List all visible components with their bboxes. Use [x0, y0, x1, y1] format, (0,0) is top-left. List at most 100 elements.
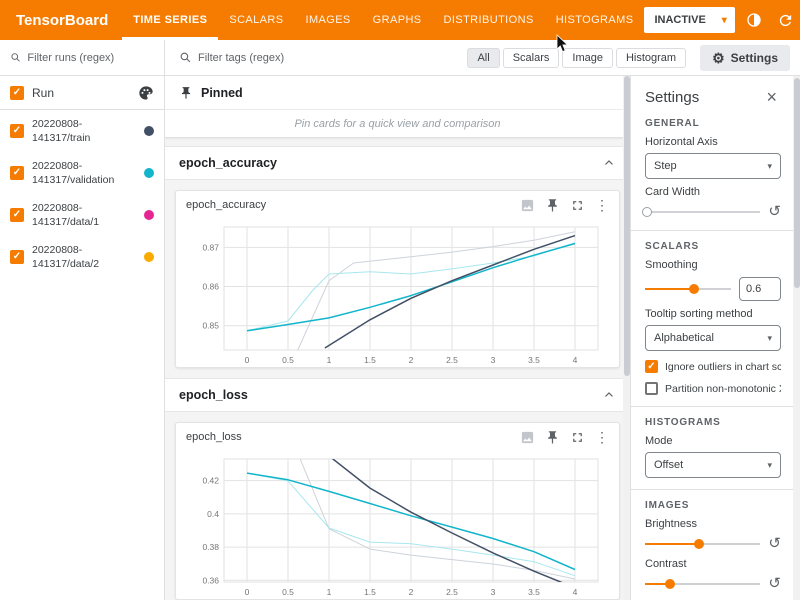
- run-row-data-1[interactable]: ✓ 20220808-141317/data/1: [0, 194, 164, 236]
- more-options-icon[interactable]: ⋮: [595, 198, 609, 212]
- reload-status-dropdown[interactable]: INACTIVE ▾: [644, 7, 734, 33]
- refresh-button[interactable]: [773, 7, 799, 33]
- chevron-up-icon[interactable]: [602, 388, 616, 402]
- horizontal-axis-label: Horizontal Axis: [645, 136, 781, 148]
- smoothing-label: Smoothing: [645, 259, 781, 271]
- tab-histograms[interactable]: HISTOGRAMS: [545, 0, 645, 40]
- tooltip-sort-select[interactable]: Alphabetical ▾: [645, 325, 781, 351]
- card-title: epoch_loss: [186, 431, 520, 443]
- partition-x-axis-checkbox[interactable]: ✓: [645, 382, 658, 395]
- svg-text:3: 3: [490, 355, 495, 365]
- refresh-icon: [777, 12, 794, 29]
- settings-panel-title: Settings: [645, 89, 762, 106]
- histogram-mode-select[interactable]: Offset ▾: [645, 452, 781, 478]
- brightness-slider[interactable]: [645, 538, 760, 550]
- section-header-epoch-loss[interactable]: epoch_loss: [165, 378, 630, 412]
- general-heading: GENERAL: [645, 118, 781, 129]
- partition-x-axis-label: Partition non-monotonic X axis: [665, 383, 781, 395]
- svg-text:0: 0: [244, 355, 249, 365]
- run-checkbox[interactable]: ✓: [10, 208, 24, 222]
- palette-icon[interactable]: [138, 85, 154, 101]
- svg-text:0.4: 0.4: [207, 509, 219, 519]
- histograms-heading: HISTOGRAMS: [645, 417, 781, 428]
- chip-all[interactable]: All: [467, 48, 499, 68]
- chevron-up-icon[interactable]: [602, 156, 616, 170]
- reset-icon[interactable]: ↺: [768, 204, 781, 219]
- chip-scalars[interactable]: Scalars: [503, 48, 560, 68]
- settings-scrollbar[interactable]: [793, 76, 800, 600]
- slider-thumb[interactable]: [665, 579, 675, 589]
- run-row-validation[interactable]: ✓ 20220808-141317/validation: [0, 152, 164, 194]
- run-checkbox[interactable]: ✓: [10, 166, 24, 180]
- ignore-outliers-option[interactable]: ✓ Ignore outliers in chart scaling: [645, 360, 781, 373]
- select-all-runs-checkbox[interactable]: ✓: [10, 86, 24, 100]
- svg-text:4: 4: [572, 587, 577, 597]
- slider-thumb[interactable]: [689, 284, 699, 294]
- run-checkbox[interactable]: ✓: [10, 124, 24, 138]
- pin-icon[interactable]: [545, 430, 560, 445]
- scrollbar-thumb[interactable]: [624, 76, 630, 376]
- settings-button[interactable]: ⚙ Settings: [700, 45, 790, 71]
- card-container: epoch_loss ⋮ 00.511.522.533.540.360.380.…: [165, 412, 630, 600]
- close-icon[interactable]: ×: [762, 86, 781, 108]
- theme-toggle-button[interactable]: [741, 7, 767, 33]
- tab-distributions[interactable]: DISTRIBUTIONS: [433, 0, 545, 40]
- svg-text:0.85: 0.85: [202, 321, 219, 331]
- tab-scalars[interactable]: SCALARS: [218, 0, 294, 40]
- smoothing-slider[interactable]: [645, 283, 731, 295]
- image-icon[interactable]: [520, 198, 535, 213]
- section-header-epoch-accuracy[interactable]: epoch_accuracy: [165, 146, 630, 180]
- card-width-slider[interactable]: [645, 206, 760, 218]
- filter-tags-box: [179, 51, 467, 64]
- partition-x-axis-option[interactable]: ✓ Partition non-monotonic X axis: [645, 382, 781, 395]
- card-actions: ⋮: [520, 430, 609, 445]
- epoch-loss-chart[interactable]: 00.511.522.533.540.360.380.40.42: [186, 451, 610, 599]
- horizontal-axis-select[interactable]: Step ▾: [645, 153, 781, 179]
- svg-text:3: 3: [490, 587, 495, 597]
- chip-histogram[interactable]: Histogram: [616, 48, 686, 68]
- tab-time-series[interactable]: TIME SERIES: [122, 0, 218, 40]
- scrollbar-thumb[interactable]: [794, 78, 800, 288]
- caret-down-icon: ▾: [767, 333, 772, 344]
- card-width-control: ↺: [645, 204, 781, 219]
- brightness-label: Brightness: [645, 518, 781, 530]
- pinned-section-header: Pinned: [165, 76, 630, 110]
- card-actions: ⋮: [520, 198, 609, 213]
- main-scrollbar[interactable]: [623, 76, 630, 600]
- chip-image[interactable]: Image: [562, 48, 613, 68]
- epoch-accuracy-chart[interactable]: 00.511.522.533.540.850.860.87: [186, 219, 610, 367]
- reload-status-value: INACTIVE: [654, 14, 705, 26]
- caret-down-icon: ▾: [722, 15, 727, 26]
- run-row-train[interactable]: ✓ 20220808-141317/train: [0, 110, 164, 152]
- cards-main-area: Pinned Pin cards for a quick view and co…: [165, 76, 630, 600]
- pin-icon[interactable]: [545, 198, 560, 213]
- run-row-data-2[interactable]: ✓ 20220808-141317/data/2: [0, 236, 164, 278]
- reset-icon[interactable]: ↺: [768, 536, 781, 551]
- reset-icon[interactable]: ↺: [768, 576, 781, 591]
- settings-panel-header: Settings ×: [645, 86, 781, 108]
- slider-thumb[interactable]: [642, 207, 652, 217]
- card-title: epoch_accuracy: [186, 199, 520, 211]
- fullscreen-icon[interactable]: [570, 430, 585, 445]
- ignore-outliers-checkbox[interactable]: ✓: [645, 360, 658, 373]
- tab-graphs[interactable]: GRAPHS: [362, 0, 433, 40]
- svg-text:0: 0: [244, 587, 249, 597]
- scalar-card-epoch-accuracy: epoch_accuracy ⋮ 00.511.522.533.540.850.…: [175, 190, 620, 368]
- svg-text:0.5: 0.5: [282, 587, 294, 597]
- image-icon[interactable]: [520, 430, 535, 445]
- smoothing-value-input[interactable]: [739, 277, 781, 301]
- fullscreen-icon[interactable]: [570, 198, 585, 213]
- filter-runs-input[interactable]: [27, 52, 154, 64]
- slider-thumb[interactable]: [694, 539, 704, 549]
- more-options-icon[interactable]: ⋮: [595, 430, 609, 444]
- contrast-slider[interactable]: [645, 578, 760, 590]
- run-color-dot: [144, 210, 154, 220]
- filter-tags-input[interactable]: [198, 52, 348, 64]
- run-column-label: Run: [32, 86, 130, 100]
- contrast-icon: [746, 12, 762, 28]
- tab-images[interactable]: IMAGES: [294, 0, 361, 40]
- images-heading: IMAGES: [645, 500, 781, 511]
- settings-panel: Settings × GENERAL Horizontal Axis Step …: [630, 76, 793, 600]
- run-checkbox[interactable]: ✓: [10, 250, 24, 264]
- tags-toolbar: All Scalars Image Histogram ⚙ Settings: [165, 40, 800, 76]
